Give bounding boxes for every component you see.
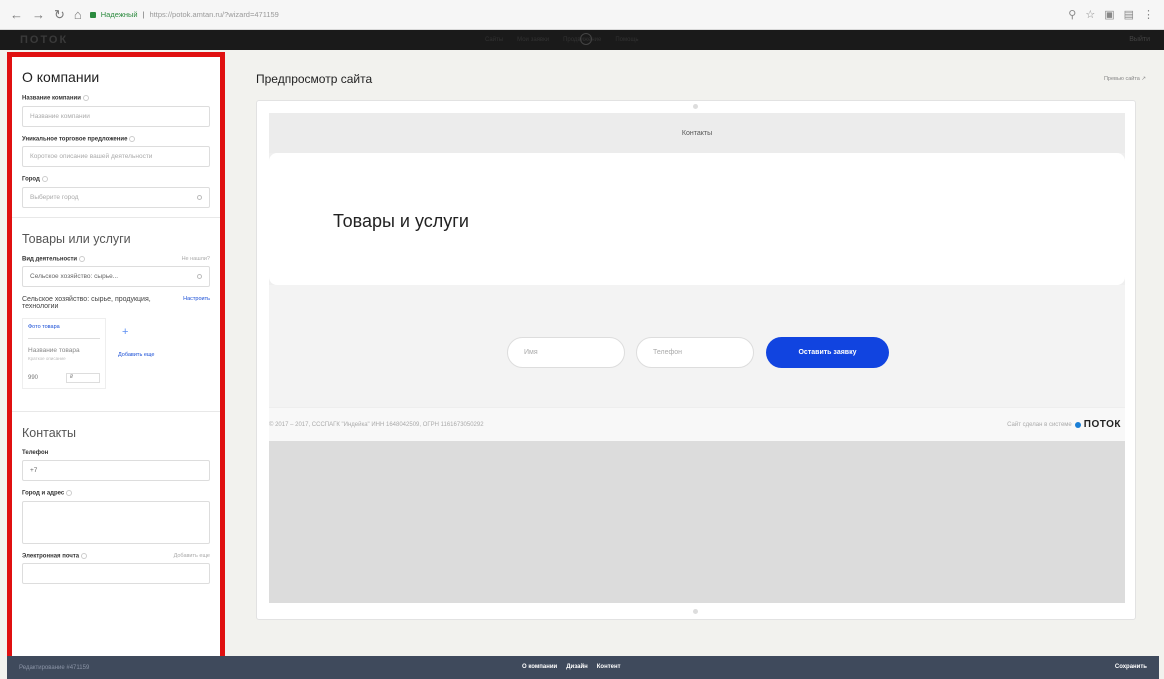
page-title: Предпросмотр сайта [256,72,373,86]
divider [12,411,220,413]
preview-footer: © 2017 – 2017, СССПАГК "Индейка" ИНН 164… [269,407,1125,441]
back-icon[interactable]: ← [10,7,23,23]
app-menu-item[interactable]: Сайты [485,37,503,43]
site-preview-link[interactable]: Превью сайта ↗ [1104,76,1146,82]
phone-input[interactable]: Телефон [636,337,754,368]
address-label: Город и адрес [22,490,210,497]
drag-handle-icon[interactable] [693,609,698,614]
lock-icon [89,11,96,18]
product-card[interactable]: Фото товара Название товара Краткое опис… [22,318,106,390]
city-select[interactable]: Выберите город [22,186,210,208]
address-textarea[interactable] [22,500,210,544]
secure-label: Надежный [100,10,138,19]
logout-link[interactable]: Выйти [1129,36,1150,43]
bottom-bar: Редактирование #471159 О компании Дизайн… [7,656,1159,679]
product-desc[interactable]: Краткое описание [28,356,100,361]
currency-select[interactable]: ₽ [66,373,100,384]
reload-icon[interactable]: ↻ [54,7,65,23]
contacts-section-title: Контакты [22,426,76,441]
company-name-input[interactable]: Название компании [22,105,210,127]
chevron-down-icon [197,274,202,280]
copyright-text: © 2017 – 2017, СССПАГК "Индейка" ИНН 164… [269,421,484,428]
tab-company[interactable]: О компании [522,664,557,670]
app-menu-item[interactable]: Помощь [615,37,638,43]
product-name[interactable]: Название товара [28,347,100,354]
tab-design[interactable]: Дизайн [566,664,588,670]
close-circle-icon[interactable] [580,33,592,45]
add-email-link[interactable]: Добавить еще [174,553,210,559]
chevron-down-icon [197,194,202,200]
app-menu-item[interactable]: Мои заявки [517,37,549,43]
add-product-col: + Добавить еще [118,318,154,358]
edit-status: Редактирование #471159 [19,664,90,671]
preview-frame: Контакты Товары и услуги Имя Телефон Ост… [256,100,1136,620]
email-label: Электронная почта Добавить еще [22,552,210,560]
category-title: Сельское хозяйство: сырье, продукция, те… [22,296,151,311]
phone-label: Телефон [22,450,49,457]
empty-area [269,441,1125,603]
save-button[interactable]: Сохранить [1115,664,1147,670]
zoom-icon[interactable]: ⚲ [1068,8,1076,21]
preview-panel: Предпросмотр сайта Превью сайта ↗ Контак… [232,52,1164,652]
email-input[interactable] [22,563,210,585]
photo-upload[interactable]: Фото товара [28,324,100,340]
price-row: 990 ₽ [28,373,100,384]
usp-label: Уникальное торговое предложение [22,135,210,142]
city-label: Город [22,176,210,183]
divider [12,216,220,218]
goods-block: Товары и услуги [269,153,1125,285]
usp-input[interactable]: Короткое описание вашей деятельности [22,146,210,168]
help-icon[interactable] [81,552,88,559]
tab-content[interactable]: Контент [597,664,621,670]
star-icon[interactable]: ☆ [1085,8,1095,21]
site-preview: Контакты Товары и услуги Имя Телефон Ост… [269,113,1125,603]
bottom-tabs: О компании Дизайн Контент [522,664,621,670]
preview-nav-contacts[interactable]: Контакты [682,130,712,137]
company-name-label: Название компании [22,95,210,102]
browser-nav: ← → ↻ ⌂ [10,7,82,23]
goods-heading: Товары и услуги [333,211,469,231]
setup-link[interactable]: Настроить [183,296,210,310]
help-icon[interactable] [79,255,86,262]
extension-icon[interactable]: ▣ [1104,8,1114,21]
phone-input[interactable]: +7 [22,460,210,482]
address-bar[interactable]: Надежный | https://potok.amtan.ru/?wizar… [89,10,1068,19]
app-header: ПОТОК Сайты Мои заявки Продвижение Помощ… [0,30,1164,50]
product-price[interactable]: 990 [28,375,38,381]
help-icon[interactable] [41,176,48,183]
help-icon[interactable] [129,135,136,142]
category-head: Сельское хозяйство: сырье, продукция, те… [22,296,210,310]
brand-name[interactable]: ПОТОК [1084,419,1121,430]
app-menu: Сайты Мои заявки Продвижение Помощь [485,37,639,43]
brand-logo-icon [1074,421,1081,428]
help-icon[interactable] [82,95,89,101]
products-row: Фото товара Название товара Краткое опис… [22,318,210,390]
activity-select[interactable]: Сельское хозяйство: сырье... [22,266,210,288]
app-logo[interactable]: ПОТОК [20,34,68,46]
forward-icon[interactable]: → [32,7,45,23]
help-icon[interactable] [66,490,73,497]
activity-label: Вид деятельности Не нашли? [22,255,210,263]
url-text: https://potok.amtan.ru/?wizard=471159 [149,10,279,19]
browser-tools: ⚲ ☆ ▣ ▤ ⋮ [1068,8,1154,21]
made-with: Сайт сделан в системе ПОТОК [1007,419,1121,430]
preview-nav: Контакты [269,113,1125,153]
company-section-title: О компании [22,69,100,85]
extension-icon-2[interactable]: ▤ [1124,8,1134,21]
home-icon[interactable]: ⌂ [74,7,82,23]
menu-icon[interactable]: ⋮ [1143,8,1154,21]
name-input[interactable]: Имя [507,337,625,368]
browser-toolbar: ← → ↻ ⌂ Надежный | https://potok.amtan.r… [0,0,1164,30]
editor-sidebar: О компании Название компании Название ко… [7,52,225,662]
not-found-link[interactable]: Не нашли? [182,256,210,262]
lead-form: Имя Телефон Оставить заявку [269,285,1125,407]
drag-handle-icon[interactable] [693,104,698,109]
plus-icon[interactable]: + [122,326,154,338]
submit-button[interactable]: Оставить заявку [766,337,889,368]
goods-section-title: Товары или услуги [22,231,131,246]
add-more-link[interactable]: Добавить еще [118,352,154,358]
